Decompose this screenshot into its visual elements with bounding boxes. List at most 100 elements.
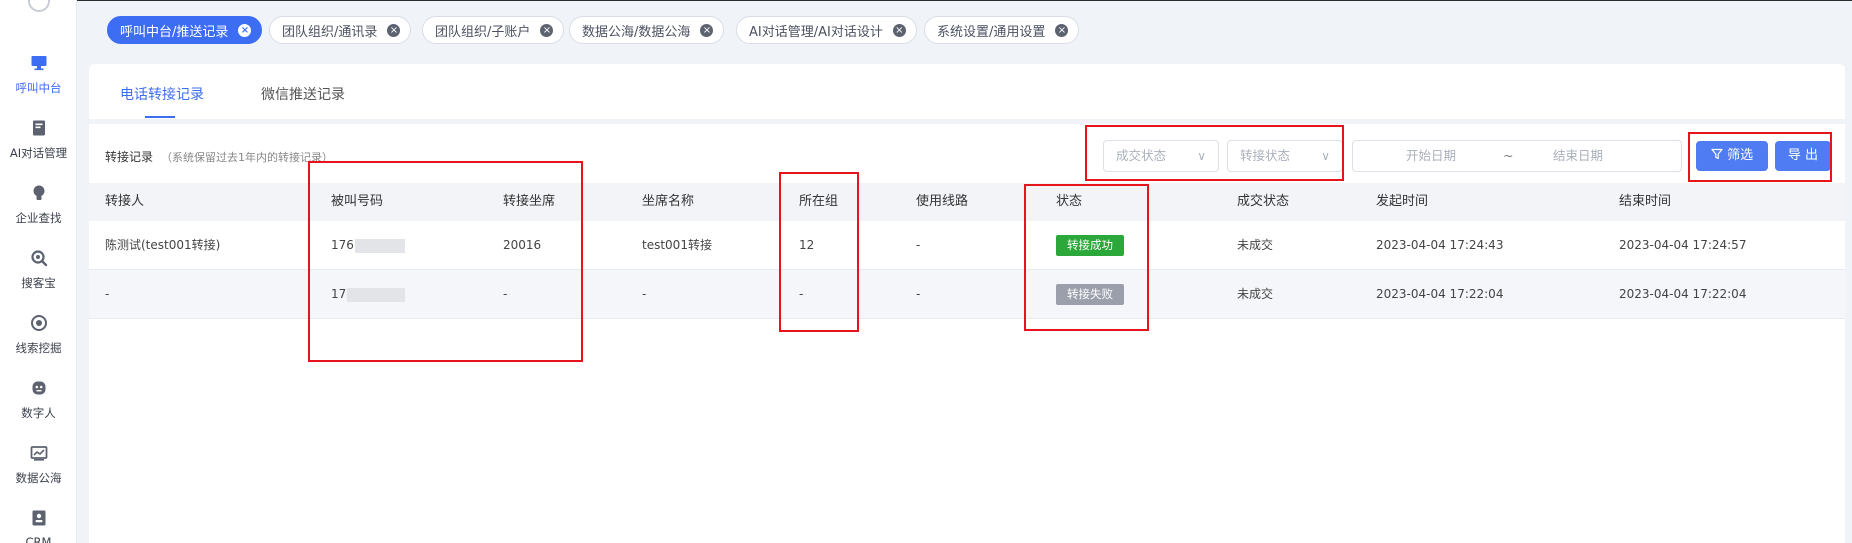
book-icon [30,119,48,137]
tag-label: 系统设置/通用设置 [937,24,1046,40]
seat-cell: - [503,287,508,301]
sidebar-item-company-search[interactable]: 企业查找 [0,180,77,235]
column-header: 发起时间 [1376,194,1429,209]
chart-icon [30,444,48,462]
sidebar-item-label: 数据公海 [15,471,62,485]
table-row[interactable]: 陈测试(test001转接) 176 20016 test001转接 12 - … [89,221,1845,270]
start-time-cell: 2023-04-04 17:24:43 [1376,238,1504,252]
status-badge: 转接失败 [1056,284,1124,305]
export-button[interactable]: 导 出 [1775,141,1831,171]
redacted-mask [347,287,406,302]
tag-data-pool[interactable]: 数据公海/数据公海 × [569,16,725,44]
records-panel: 转接记录 （系统保留过去1年内的转接记录） 成交状态 ∨ 转接状态 ∨ 开始日期… [89,124,1845,543]
chevron-down-icon: ∨ [1321,149,1330,163]
bulb-icon [30,184,48,202]
sidebar-item-call-center[interactable]: 呼叫中台 [0,50,77,105]
tag-ai-dialog-design[interactable]: AI对话管理/AI对话设计 × [736,16,917,44]
logo-icon [28,0,50,12]
tag-label: 团队组织/通讯录 [282,24,378,40]
end-date-input[interactable]: 结束日期 [1553,141,1603,171]
callee-number: 17 [331,287,347,301]
sidebar-item-label: CRM [25,535,52,543]
tab-phone-transfer-records[interactable]: 电话转接记录 [120,84,204,104]
status-badge: 转接成功 [1056,235,1124,256]
tag-team-subaccounts[interactable]: 团队组织/子账户 × [422,16,565,44]
column-header: 被叫号码 [331,194,384,209]
sidebar-item-data-pool[interactable]: 数据公海 [0,440,77,495]
transferer-cell: - [105,287,110,301]
transfer-status-select[interactable]: 转接状态 ∨ [1227,140,1343,172]
redacted-mask [354,238,405,253]
column-header: 坐席名称 [642,194,695,209]
callee-number-cell: 176 [331,221,405,270]
active-tab-indicator [145,116,175,118]
transferer-cell: 陈测试(test001转接) [105,238,221,252]
line-cell: - [916,287,921,301]
deal-status-select[interactable]: 成交状态 ∨ [1103,140,1219,172]
group-cell: 12 [799,238,815,252]
table-header: 转接人 被叫号码 转接坐席 坐席名称 所在组 使用线路 状态 成交状态 发起时间… [89,183,1845,221]
records-retention-note: （系统保留过去1年内的转接记录） [161,151,333,164]
target-icon [30,314,48,332]
tag-system-settings[interactable]: 系统设置/通用设置 × [924,16,1080,44]
date-range-picker[interactable]: 开始日期 ~ 结束日期 [1352,140,1682,172]
sidebar-item-ai-dialog[interactable]: AI对话管理 [0,115,77,170]
range-separator: ~ [1503,148,1514,163]
group-cell: - [799,287,804,301]
export-button-label: 导 出 [1787,148,1819,163]
close-icon[interactable]: × [387,23,401,37]
close-icon[interactable]: × [238,23,252,37]
column-header: 成交状态 [1237,194,1290,209]
column-header: 转接人 [105,194,145,209]
monitor-icon [30,54,48,72]
close-icon[interactable]: × [892,23,906,37]
sidebar-item-crm[interactable]: CRM [0,505,77,543]
tag-bar: 呼叫中台/推送记录 × 团队组织/通讯录 × 团队组织/子账户 × 数据公海/数… [77,0,1852,58]
sidebar-item-label: 数字人 [21,406,56,420]
start-time-cell: 2023-04-04 17:22:04 [1376,287,1504,301]
line-cell: - [916,238,921,252]
tag-label: 团队组织/子账户 [435,24,531,40]
sidebar: 呼叫中台 AI对话管理 企业查找 搜客宝 线索挖掘 数字人 数据公海 CRM [0,0,77,543]
chevron-down-icon: ∨ [1197,149,1206,163]
tag-label: 呼叫中台/推送记录 [120,24,229,40]
column-header: 结束时间 [1619,194,1672,209]
filter-button-label: 筛选 [1727,148,1754,163]
deal-status-cell: 未成交 [1237,287,1274,301]
filter-icon [1711,148,1727,163]
sidebar-item-digital-human[interactable]: 数字人 [0,375,77,430]
sidebar-item-label: 企业查找 [15,211,62,225]
callee-number: 176 [331,238,354,252]
end-time-cell: 2023-04-04 17:22:04 [1619,287,1747,301]
close-icon[interactable]: × [1055,23,1069,37]
seat-name-cell: test001转接 [642,238,712,252]
sidebar-item-soukebao[interactable]: 搜客宝 [0,245,77,300]
contact-icon [30,509,48,527]
seat-name-cell: - [642,287,647,301]
sidebar-item-label: 搜客宝 [21,276,56,290]
close-icon[interactable]: × [540,23,554,37]
seat-cell: 20016 [503,238,542,252]
table-row[interactable]: - 17 - - - - 转接失败 未成交 2023-04-04 17:22:0… [89,270,1845,319]
search-icon [30,249,48,267]
start-date-input[interactable]: 开始日期 [1406,141,1456,171]
sidebar-item-lead-mining[interactable]: 线索挖掘 [0,310,77,365]
deal-status-cell: 未成交 [1237,238,1274,252]
column-header: 使用线路 [916,194,969,209]
tab-wechat-push-records[interactable]: 微信推送记录 [261,84,345,104]
record-tabs: 电话转接记录 微信推送记录 [89,64,1845,119]
tag-call-center-push-records[interactable]: 呼叫中台/推送记录 × [107,16,263,44]
sidebar-item-label: 呼叫中台 [15,81,62,95]
tag-team-contacts[interactable]: 团队组织/通讯录 × [269,16,412,44]
deal-status-placeholder: 成交状态 [1116,148,1167,163]
robot-icon [30,379,48,397]
close-icon[interactable]: × [700,23,714,37]
records-title: 转接记录 [105,150,154,164]
column-header: 转接坐席 [503,194,556,209]
column-header: 所在组 [799,194,839,209]
column-header: 状态 [1056,194,1083,209]
callee-number-cell: 17 [331,270,406,319]
filter-button[interactable]: 筛选 [1696,141,1768,171]
sidebar-item-label: 线索挖掘 [15,341,62,355]
transfer-status-placeholder: 转接状态 [1240,148,1291,163]
